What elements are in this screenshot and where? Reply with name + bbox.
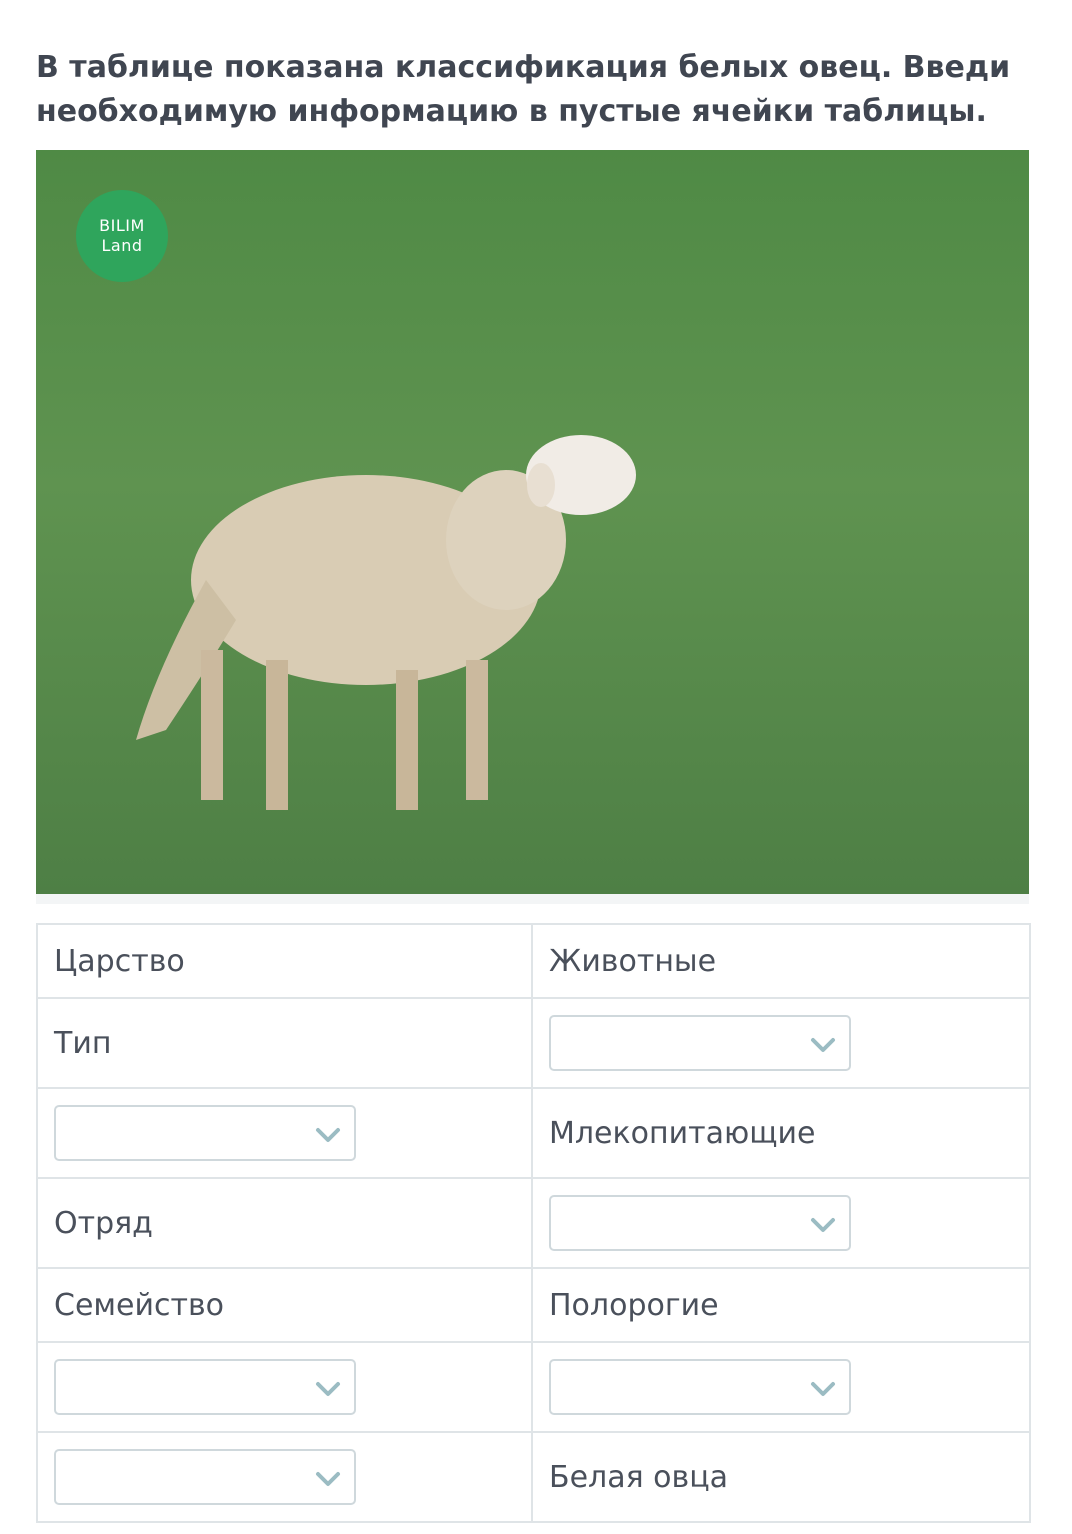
class-label-select[interactable] bbox=[54, 1105, 356, 1161]
table-row: Отряд bbox=[36, 1177, 1031, 1269]
cell-species-value: Белая овца bbox=[531, 1431, 1031, 1523]
cell-kingdom-label: Царство bbox=[36, 923, 533, 999]
cell-class-value: Млекопитающие bbox=[531, 1087, 1031, 1179]
chevron-down-icon bbox=[811, 1038, 835, 1052]
classification-table: Царство Животные Тип Млекопитающие Отряд bbox=[36, 923, 1031, 1523]
table-row bbox=[36, 1341, 1031, 1433]
order-select[interactable] bbox=[549, 1195, 851, 1251]
table-row: Царство Животные bbox=[36, 923, 1031, 999]
bilim-land-logo: BILIM Land bbox=[76, 190, 168, 282]
cell-genus-value bbox=[531, 1341, 1031, 1433]
cell-class-label bbox=[36, 1087, 533, 1179]
chevron-down-icon bbox=[316, 1472, 340, 1486]
table-row: Млекопитающие bbox=[36, 1087, 1031, 1179]
table-row: Тип bbox=[36, 997, 1031, 1089]
sheep-photo: BILIM Land bbox=[36, 150, 1029, 894]
logo-line-1: BILIM bbox=[99, 216, 145, 235]
cell-family-value: Полорогие bbox=[531, 1267, 1031, 1343]
logo-line-2: Land bbox=[101, 236, 143, 255]
cell-family-label: Семейство bbox=[36, 1267, 533, 1343]
photo-bottom-strip bbox=[36, 894, 1029, 904]
cell-order-label: Отряд bbox=[36, 1177, 533, 1269]
species-label-select[interactable] bbox=[54, 1449, 356, 1505]
chevron-down-icon bbox=[316, 1382, 340, 1396]
cell-order-value bbox=[531, 1177, 1031, 1269]
cell-genus-label bbox=[36, 1341, 533, 1433]
chevron-down-icon bbox=[811, 1218, 835, 1232]
chevron-down-icon bbox=[316, 1128, 340, 1142]
cell-kingdom-value: Животные bbox=[531, 923, 1031, 999]
chevron-down-icon bbox=[811, 1382, 835, 1396]
cell-phylum-value bbox=[531, 997, 1031, 1089]
table-row: Белая овца bbox=[36, 1431, 1031, 1523]
phylum-select[interactable] bbox=[549, 1015, 851, 1071]
cell-phylum-label: Тип bbox=[36, 997, 533, 1089]
task-instruction: В таблице показана классификация белых о… bbox=[36, 50, 1011, 129]
genus-label-select[interactable] bbox=[54, 1359, 356, 1415]
cell-species-label bbox=[36, 1431, 533, 1523]
table-row: Семейство Полорогие bbox=[36, 1267, 1031, 1343]
genus-value-select[interactable] bbox=[549, 1359, 851, 1415]
